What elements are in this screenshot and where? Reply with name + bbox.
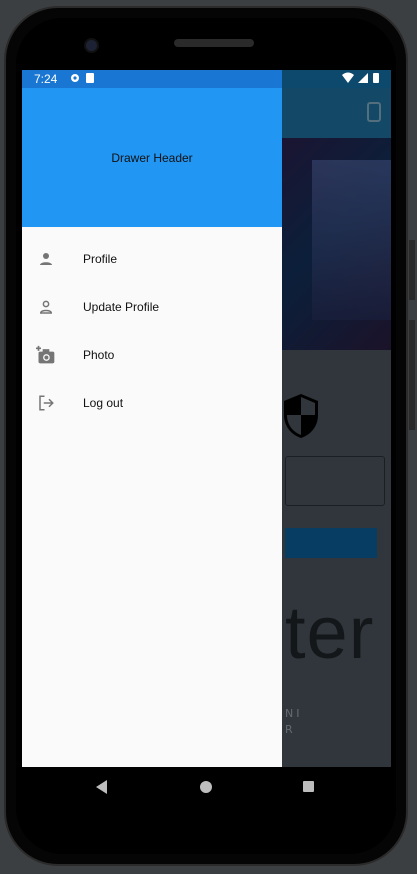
- earpiece-speaker: [174, 39, 254, 47]
- person-outline-icon: [36, 297, 56, 317]
- drawer-status-bar: [22, 70, 282, 88]
- add-a-photo-icon: [36, 345, 56, 365]
- wifi-icon: [342, 72, 354, 83]
- menu-item-label: Photo: [83, 348, 115, 362]
- sd-card-icon: [86, 73, 94, 83]
- recent-apps-icon[interactable]: [303, 781, 314, 792]
- menu-item-label: Log out: [83, 396, 124, 410]
- home-icon[interactable]: [200, 781, 212, 793]
- front-camera: [84, 38, 99, 53]
- volume-button: [409, 240, 415, 300]
- status-system-icons: [341, 72, 385, 87]
- menu-item-label: Update Profile: [83, 300, 160, 314]
- drawer-status-time: 7:24: [34, 72, 58, 86]
- power-button: [409, 320, 415, 430]
- drawer-status-notification-icons: [70, 72, 100, 87]
- menu-item-log-out[interactable]: Log out: [22, 379, 282, 427]
- menu-item-profile[interactable]: Profile: [22, 235, 282, 283]
- menu-item-update-profile[interactable]: Update Profile: [22, 283, 282, 331]
- navigation-drawer: 7:24 Drawer Header Profile Update Profil…: [22, 70, 282, 767]
- person-icon: [36, 249, 56, 269]
- drawer-header-title: Drawer Header: [111, 150, 193, 165]
- menu-item-label: Profile: [83, 252, 118, 266]
- battery-icon: [373, 73, 379, 83]
- back-icon[interactable]: [96, 780, 107, 794]
- drawer-header: Drawer Header: [22, 88, 282, 227]
- android-navigation-bar: [22, 767, 391, 807]
- menu-item-photo[interactable]: Photo: [22, 331, 282, 379]
- cellular-signal-icon: [358, 73, 368, 83]
- logout-icon: [36, 393, 56, 413]
- device-screen: ter NI R 7:24 7:24 Drawer Head: [22, 70, 391, 767]
